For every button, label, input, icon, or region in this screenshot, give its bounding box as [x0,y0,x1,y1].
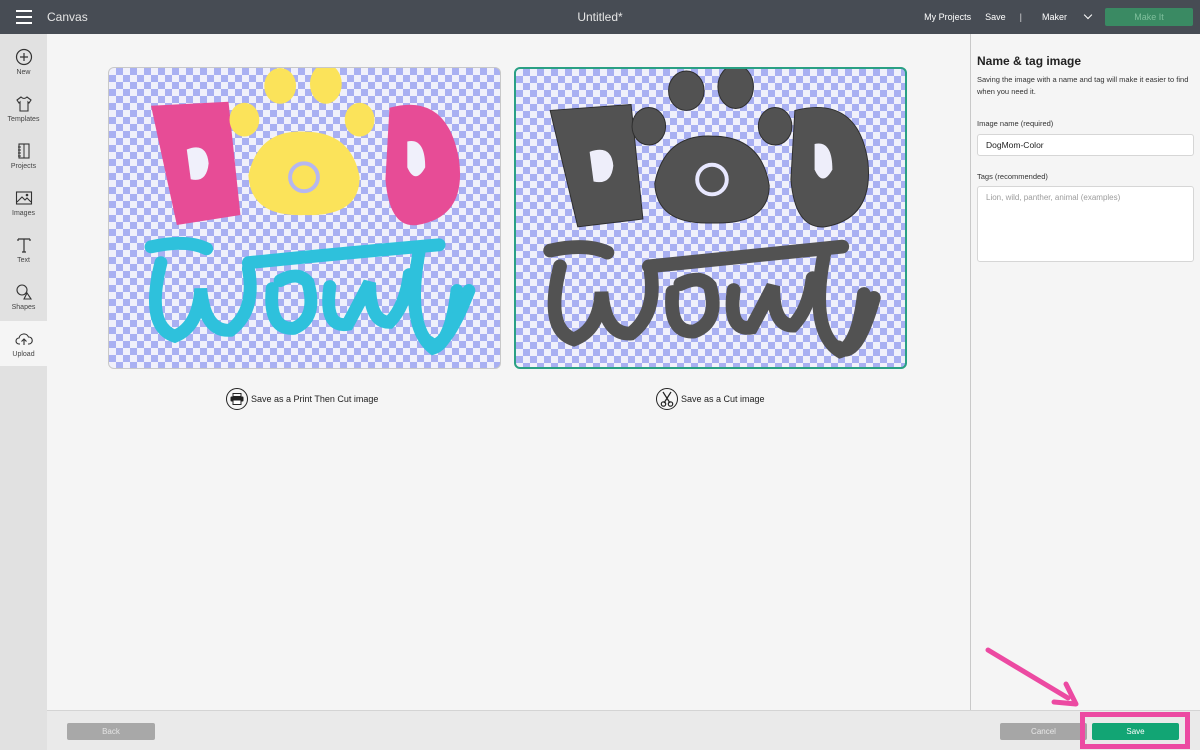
machine-select[interactable]: Maker [1041,10,1093,22]
print-then-cut-option[interactable]: Save as a Print Then Cut image [226,388,378,410]
save-highlight-box [1080,712,1190,749]
sidebar-item-images[interactable]: Images [0,180,47,225]
sidebar-item-label: Images [12,210,35,217]
scissors-icon [656,388,678,410]
sidebar-item-shapes[interactable]: Shapes [0,274,47,319]
dog-mom-color-artwork [144,68,476,356]
my-projects-link[interactable]: My Projects [924,12,971,22]
top-right-controls: My Projects Save | Maker Make It [924,0,1200,34]
hamburger-menu-icon[interactable] [16,10,32,24]
top-bar: Canvas Untitled* My Projects Save | Make… [0,0,1200,34]
sidebar-item-label: Projects [10,163,37,170]
top-save-link[interactable]: Save [985,12,1006,22]
app-title: Canvas [47,10,88,24]
sidebar-item-new[interactable]: New [0,39,47,84]
tshirt-icon [15,96,32,112]
sidebar-item-label: Text [17,257,30,264]
cut-image-option[interactable]: Save as a Cut image [656,388,765,410]
machine-label: Maker [1041,12,1067,22]
sidebar-item-templates[interactable]: Templates [0,86,47,131]
plus-circle-icon [15,48,32,66]
upload-cloud-icon [15,333,33,345]
panel-description: Saving the image with a name and tag wil… [977,75,1189,96]
separator: | [1019,12,1022,22]
make-it-button[interactable]: Make It [1105,8,1193,26]
tags-label: Tags (recommended) [977,172,1048,181]
panel-title: Name & tag image [977,54,1082,68]
sidebar-item-label: New [16,69,31,76]
sidebar-item-text[interactable]: Text [0,227,47,272]
cancel-button[interactable]: Cancel [1000,723,1087,740]
print-then-cut-preview[interactable] [108,67,501,369]
cut-preview[interactable] [514,67,907,369]
text-icon [16,238,31,253]
left-sidebar: New Templates Projects Images Text Shape… [0,34,47,750]
chevron-down-icon [1083,10,1093,20]
sidebar-item-projects[interactable]: Projects [0,133,47,178]
sidebar-item-label: Shapes [11,304,36,311]
image-icon [15,191,32,205]
image-name-input[interactable] [977,134,1194,156]
print-then-cut-label: Save as a Print Then Cut image [251,394,379,404]
image-name-label: Image name (required) [977,119,1054,128]
shapes-icon [15,284,32,300]
app-window: Canvas Untitled* My Projects Save | Make… [0,0,1200,750]
sidebar-item-label: Upload [12,351,35,358]
main-preview-area: Save as a Print Then Cut image Save as a… [47,34,970,710]
dog-mom-cut-artwork [543,69,881,359]
notebook-icon [17,143,30,159]
name-tag-panel: Name & tag image Saving the image with a… [970,34,1200,710]
pointer-arrow-icon [985,647,1079,707]
back-button[interactable]: Back [67,723,155,740]
sidebar-item-label: Templates [7,116,40,123]
document-title[interactable]: Untitled* [577,10,622,24]
cut-image-label: Save as a Cut image [681,394,765,404]
printer-icon [226,388,248,410]
tags-input[interactable] [977,186,1194,262]
sidebar-item-upload[interactable]: Upload [0,321,47,366]
